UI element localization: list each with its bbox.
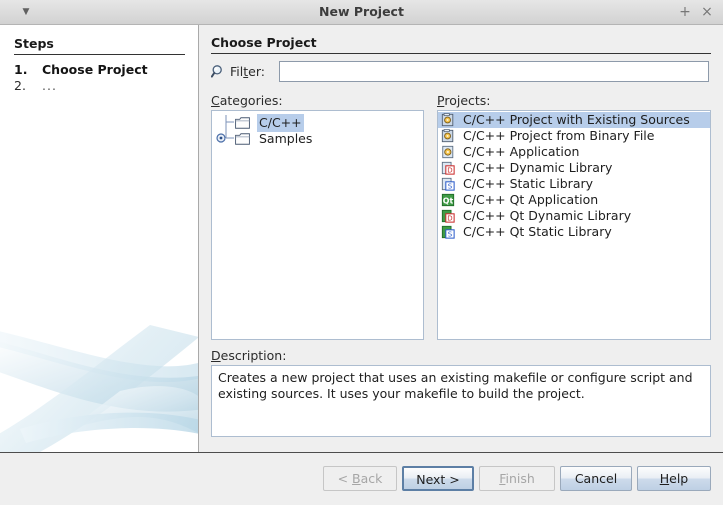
project-label: C/C++ Dynamic Library <box>463 160 613 175</box>
finish-button[interactable]: Finish <box>479 466 555 491</box>
projects-label: Projects: <box>437 93 491 108</box>
help-button[interactable]: Help <box>637 466 711 491</box>
project-label: C/C++ Qt Static Library <box>463 224 612 239</box>
project-label: C/C++ Project from Binary File <box>463 128 655 143</box>
close-icon[interactable]: × <box>699 0 715 24</box>
qt-dynamic-library-icon: D <box>441 209 455 223</box>
decorative-swoosh-graphic <box>0 325 198 452</box>
description-text: Creates a new project that uses an exist… <box>211 365 711 437</box>
folder-icon <box>235 133 250 145</box>
svg-text:Qt: Qt <box>443 197 454 206</box>
back-button[interactable]: < Back <box>323 466 397 491</box>
svg-text:S: S <box>448 182 453 190</box>
project-label: C/C++ Qt Application <box>463 192 599 207</box>
qt-application-icon: Qt <box>441 193 455 207</box>
steps-panel: Steps 1. Choose Project 2. ... <box>0 25 199 452</box>
qt-static-library-icon: S <box>441 225 455 239</box>
project-item-qt-dynamic-library[interactable]: D C/C++ Qt Dynamic Library <box>438 208 710 224</box>
cancel-button[interactable]: Cancel <box>560 466 632 491</box>
categories-label: Categories: <box>211 93 283 108</box>
project-item-existing-sources[interactable]: C/C++ Project with Existing Sources <box>438 112 710 128</box>
projects-list[interactable]: C/C++ Project with Existing Sources C/C+… <box>437 110 711 340</box>
title-bar: ▼ New Project + × <box>0 0 723 25</box>
content-panel: Choose Project Filter: Categories: Proje… <box>200 25 723 452</box>
project-item-binary-file[interactable]: C/C++ Project from Binary File <box>438 128 710 144</box>
filter-input[interactable] <box>279 61 709 82</box>
category-label: Samples <box>259 131 313 146</box>
project-binary-file-icon <box>441 129 454 143</box>
maximize-icon[interactable]: + <box>677 0 693 24</box>
step-label: ... <box>42 78 57 93</box>
description-label: Description: <box>211 348 287 363</box>
filter-row: Filter: <box>211 61 711 83</box>
svg-text:D: D <box>447 166 452 174</box>
project-item-qt-application[interactable]: Qt C/C++ Qt Application <box>438 192 710 208</box>
project-label: C/C++ Project with Existing Sources <box>463 112 690 127</box>
page-title: Choose Project <box>211 35 711 54</box>
next-button[interactable]: Next > <box>402 466 474 491</box>
step-number: 1. <box>14 62 28 77</box>
project-item-qt-static-library[interactable]: S C/C++ Qt Static Library <box>438 224 710 240</box>
application-icon <box>442 145 454 159</box>
dynamic-library-icon: D <box>441 161 455 175</box>
new-project-dialog: ▼ New Project + × Steps 1. Choose Projec… <box>0 0 723 505</box>
window-title: New Project <box>319 4 404 19</box>
filter-label: Filter: <box>230 64 265 79</box>
step-label: Choose Project <box>42 62 148 77</box>
project-label: C/C++ Application <box>463 144 580 159</box>
steps-heading: Steps <box>14 36 185 55</box>
button-bar: < Back Next > Finish Cancel Help <box>0 453 723 505</box>
svg-text:S: S <box>448 230 453 238</box>
step-number: 2. <box>14 78 26 93</box>
search-icon <box>211 65 222 78</box>
category-item-samples[interactable]: Samples <box>212 130 423 148</box>
project-label: C/C++ Qt Dynamic Library <box>463 208 632 223</box>
project-item-static-library[interactable]: S C/C++ Static Library <box>438 176 710 192</box>
static-library-icon: S <box>441 177 455 191</box>
svg-text:D: D <box>447 214 452 222</box>
categories-tree[interactable]: C/C++ Samples <box>211 110 424 340</box>
project-item-dynamic-library[interactable]: D C/C++ Dynamic Library <box>438 160 710 176</box>
project-existing-sources-icon <box>441 113 454 127</box>
folder-icon <box>235 117 250 129</box>
project-label: C/C++ Static Library <box>463 176 594 191</box>
project-item-application[interactable]: C/C++ Application <box>438 144 710 160</box>
